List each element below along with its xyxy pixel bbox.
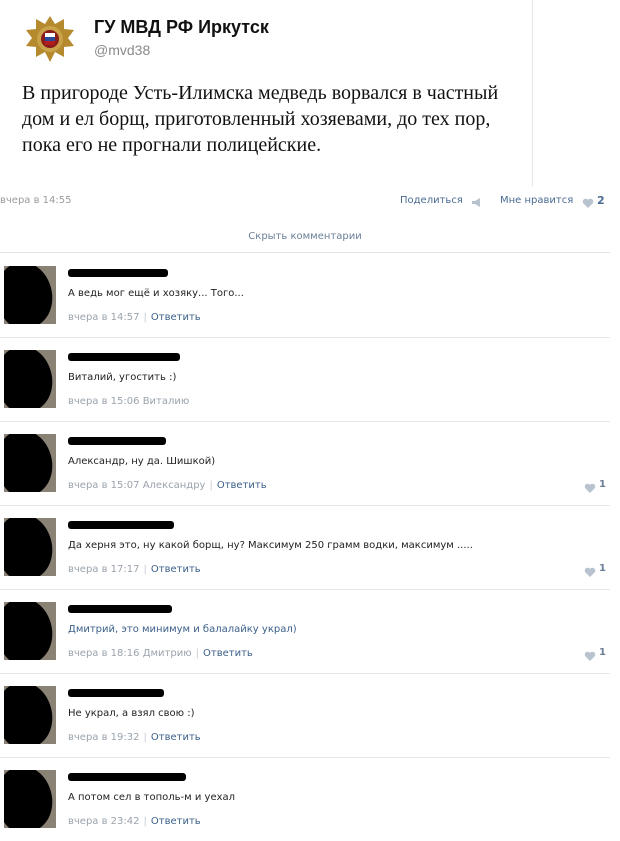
reply-button[interactable]: Ответить <box>203 648 253 659</box>
post-date[interactable]: вчера в 14:55 <box>0 195 72 206</box>
avatar[interactable] <box>4 602 56 660</box>
comment-text: Не украл, а взял свою :) <box>68 708 195 719</box>
avatar[interactable] <box>4 266 56 324</box>
redacted-author-name <box>68 689 164 697</box>
comment-like-count: 1 <box>599 563 606 574</box>
post-meta: вчера в 14:55 Поделиться Мне нравится 2 <box>0 188 620 214</box>
comment: Не украл, а взял свою :) вчера в 19:32 | О… <box>0 673 610 758</box>
reply-button[interactable]: Ответить <box>151 732 201 743</box>
heart-icon[interactable] <box>584 563 596 582</box>
comment-meta: вчера в 15:07 Александру | Ответить <box>68 480 267 491</box>
mvd-emblem-logo <box>24 14 76 66</box>
comment-time[interactable]: вчера в 14:57 <box>68 312 140 323</box>
embedded-tweet: ГУ МВД РФ Иркутск @mvd38 В пригороде Уст… <box>10 0 533 186</box>
reply-button[interactable]: Ответить <box>151 564 201 575</box>
reply-button[interactable]: Ответить <box>151 312 201 323</box>
redacted-author-name <box>68 521 174 529</box>
comment-text: Да херня это, ну какой борщ, ну? Максиму… <box>68 540 473 551</box>
comment: А ведь мог ещё и хозяку... Того... вчера… <box>0 253 610 338</box>
hide-comments-bar: Скрыть комментарии <box>0 222 610 253</box>
redacted-author-name <box>68 773 186 781</box>
comment-meta: вчера в 19:32 | Ответить <box>68 732 201 743</box>
avatar[interactable] <box>4 686 56 744</box>
reply-button[interactable]: Ответить <box>217 480 267 491</box>
comment: Александр, ну да. Шишкой) вчера в 15:07 … <box>0 421 610 506</box>
comment-meta: вчера в 14:57 | Ответить <box>68 312 201 323</box>
comment-meta: вчера в 17:17 | Ответить <box>68 564 201 575</box>
comment-text: Виталий, угостить :) <box>68 372 177 383</box>
account-name[interactable]: ГУ МВД РФ Иркутск <box>94 17 269 38</box>
comment-meta: вчера в 18:16 Дмитрию | Ответить <box>68 648 253 659</box>
comment-time[interactable]: вчера в 15:07 <box>68 480 140 491</box>
redacted-author-name <box>68 353 180 361</box>
reply-to-name[interactable]: Александру <box>143 480 206 491</box>
reply-button[interactable]: Ответить <box>151 816 201 827</box>
like-button[interactable]: Мне нравится <box>500 195 573 206</box>
comment-meta: вчера в 23:42 | Ответить <box>68 816 201 827</box>
heart-icon[interactable] <box>582 194 594 213</box>
heart-icon[interactable] <box>584 479 596 498</box>
comment-text: А ведь мог ещё и хозяку... Того... <box>68 288 244 299</box>
comment: А потом сел в тополь-м и уехал вчера в 2… <box>0 757 610 841</box>
redacted-author-name <box>68 605 172 613</box>
comment-text: Александр, ну да. Шишкой) <box>68 456 216 467</box>
reply-to-name[interactable]: Дмитрию <box>143 648 192 659</box>
tweet-text: В пригороде Усть-Илимска медведь ворвалс… <box>22 82 499 156</box>
comment-time[interactable]: вчера в 23:42 <box>68 816 140 827</box>
reply-to-name[interactable]: Виталию <box>143 396 190 407</box>
avatar[interactable] <box>4 434 56 492</box>
redacted-author-name <box>68 437 166 445</box>
comment-time[interactable]: вчера в 15:06 <box>68 396 140 407</box>
comment-like-count: 1 <box>599 479 606 490</box>
redacted-author-name <box>68 269 168 277</box>
comment-text: А потом сел в тополь-м и уехал <box>68 792 236 803</box>
comment-meta: вчера в 15:06 Виталию <box>68 396 189 407</box>
hide-comments-link[interactable]: Скрыть комментарии <box>0 231 610 242</box>
like-count: 2 <box>597 194 605 207</box>
megaphone-icon[interactable] <box>471 193 483 212</box>
account-handle[interactable]: @mvd38 <box>94 42 150 58</box>
comment-text: Дмитрий, это минимум и балалайку украл) <box>68 624 297 635</box>
comment-time[interactable]: вчера в 19:32 <box>68 732 140 743</box>
comment-like-count: 1 <box>599 647 606 658</box>
comment-time[interactable]: вчера в 18:16 <box>68 648 140 659</box>
comment: Да херня это, ну какой борщ, ну? Максиму… <box>0 505 610 590</box>
comment: Дмитрий, это минимум и балалайку украл) … <box>0 589 610 674</box>
comment: Виталий, угостить :) вчера в 15:06 Витал… <box>0 337 610 422</box>
avatar[interactable] <box>4 518 56 576</box>
avatar[interactable] <box>4 770 56 828</box>
avatar[interactable] <box>4 350 56 408</box>
share-button[interactable]: Поделиться <box>400 195 463 206</box>
heart-icon[interactable] <box>584 647 596 666</box>
comment-time[interactable]: вчера в 17:17 <box>68 564 140 575</box>
